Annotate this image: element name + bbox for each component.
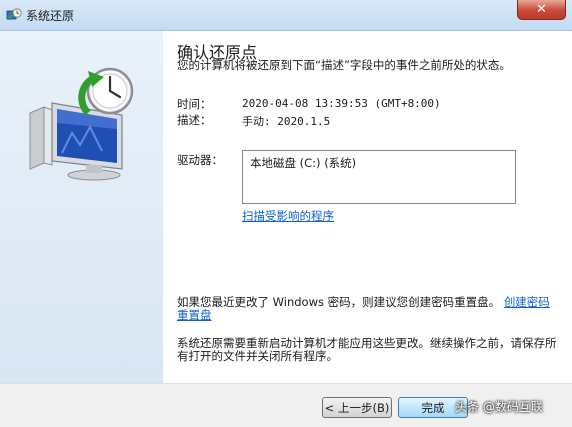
system-restore-icon [6,8,22,21]
system-restore-window: 系统还原 ✕ 确认还原点 您的计算机将被还原到下面“描述”字段中的事件之前所处的… [0,0,572,427]
drives-list[interactable]: 本地磁盘 (C:) (系统) [242,150,516,204]
wizard-content: 确认还原点 您的计算机将被还原到下面“描述”字段中的事件之前所处的状态。 时间：… [163,31,572,383]
description-value: 手动: 2020.1.5 [242,115,331,128]
drives-label: 驱动器： [177,153,223,167]
wizard-footer: < 上一步(B) 完成 头条 @数码互联 [0,383,572,427]
wizard-sidebar [0,31,163,383]
page-subtitle: 您的计算机将被还原到下面“描述”字段中的事件之前所处的状态。 [177,58,511,72]
password-notice-text: 如果您最近更改了 Windows 密码，则建议您创建密码重置盘。 [177,295,501,309]
time-label: 时间： [177,97,212,111]
drive-item-c[interactable]: 本地磁盘 (C:) (系统) [250,155,356,171]
back-button[interactable]: < 上一步(B) [322,397,392,418]
scan-affected-programs-link[interactable]: 扫描受影响的程序 [242,208,334,224]
system-restore-illustration [29,67,134,181]
close-icon: ✕ [536,2,547,17]
watermark: 头条 @数码互联 [455,400,543,414]
title-bar: 系统还原 ✕ [0,0,572,31]
description-label: 描述： [177,113,212,127]
time-value: 2020-04-08 13:39:53 (GMT+8:00) [242,97,441,110]
close-button[interactable]: ✕ [517,0,566,20]
window-title: 系统还原 [26,9,75,23]
restart-notice: 系统还原需要重新启动计算机才能应用这些更改。继续操作之前，请保存所有打开的文件并… [177,336,557,363]
password-notice: 如果您最近更改了 Windows 密码，则建议您创建密码重置盘。 创建密码重置盘 [177,296,552,322]
